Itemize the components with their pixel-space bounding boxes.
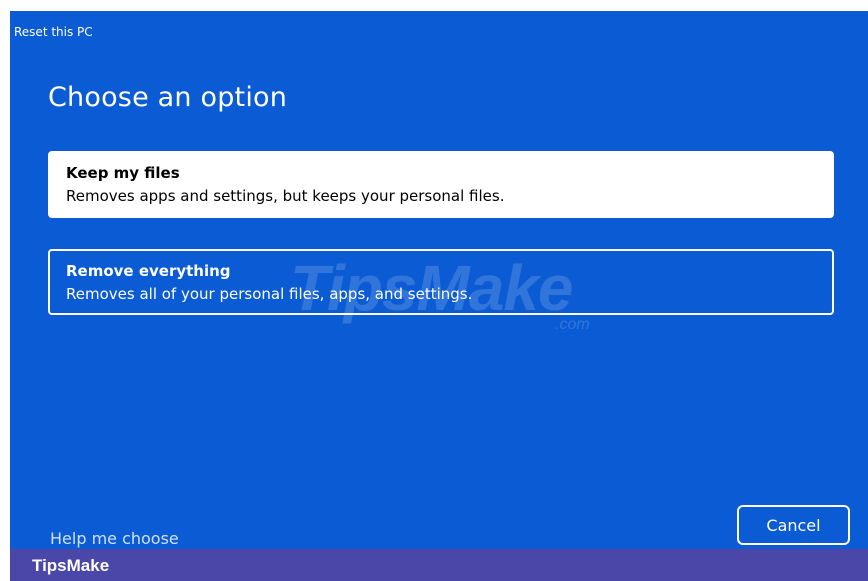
option-keep-description: Removes apps and settings, but keeps you… — [66, 187, 505, 205]
window-title: Reset this PC — [14, 25, 93, 39]
page-title: Choose an option — [48, 82, 288, 113]
option-keep-my-files[interactable]: Keep my files Removes apps and settings,… — [48, 151, 834, 218]
option-remove-everything[interactable]: Remove everything Removes all of your pe… — [48, 249, 834, 315]
option-keep-title: Keep my files — [66, 164, 180, 182]
option-remove-title: Remove everything — [66, 262, 231, 280]
brand-label: TipsMake — [32, 556, 110, 575]
help-me-choose-link[interactable]: Help me choose — [50, 529, 179, 548]
reset-pc-dialog: Reset this PC Choose an option Keep my f… — [10, 11, 868, 549]
brand-bar: TipsMake — [10, 549, 868, 581]
cancel-button[interactable]: Cancel — [737, 505, 850, 545]
title-bar: Reset this PC — [10, 11, 868, 49]
option-remove-description: Removes all of your personal files, apps… — [66, 285, 473, 303]
watermark-suffix: .com — [555, 316, 590, 333]
